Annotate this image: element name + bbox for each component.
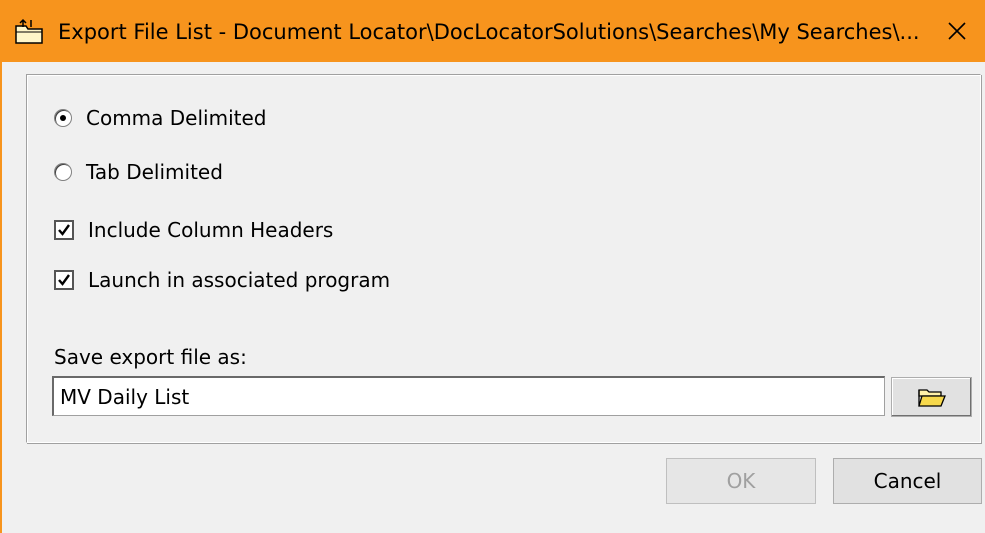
- launch-program-option[interactable]: Launch in associated program: [54, 266, 390, 294]
- comma-delimited-option[interactable]: Comma Delimited: [54, 104, 266, 132]
- cancel-button[interactable]: Cancel: [833, 458, 982, 504]
- launch-program-label: Launch in associated program: [88, 268, 391, 292]
- tab-delimited-label: Tab Delimited: [86, 160, 223, 184]
- dialog-title: Export File List - Document Locator\DocL…: [58, 20, 920, 44]
- radio-selected-dot: [60, 115, 66, 121]
- save-export-file-label: Save export file as:: [54, 345, 247, 369]
- comma-delimited-radio[interactable]: [54, 109, 72, 127]
- export-file-list-dialog: Export File List - Document Locator\DocL…: [0, 0, 985, 533]
- close-icon: [948, 22, 966, 40]
- export-filename-input[interactable]: [52, 376, 885, 416]
- tab-delimited-option[interactable]: Tab Delimited: [54, 158, 223, 186]
- include-column-headers-label: Include Column Headers: [88, 218, 334, 242]
- include-column-headers-checkbox[interactable]: [54, 220, 74, 240]
- include-column-headers-option[interactable]: Include Column Headers: [54, 216, 333, 244]
- checkmark-icon: [58, 224, 70, 236]
- ok-button[interactable]: OK: [666, 458, 816, 504]
- comma-delimited-label: Comma Delimited: [86, 106, 267, 130]
- folder-icon: [917, 389, 946, 407]
- checkmark-icon: [58, 274, 70, 286]
- close-button[interactable]: [927, 0, 985, 62]
- tab-delimited-radio[interactable]: [54, 163, 72, 181]
- export-folder-icon: [15, 18, 43, 44]
- browse-folder-button[interactable]: [891, 377, 972, 417]
- launch-program-checkbox[interactable]: [54, 270, 74, 290]
- title-bar[interactable]: Export File List - Document Locator\DocL…: [2, 0, 985, 62]
